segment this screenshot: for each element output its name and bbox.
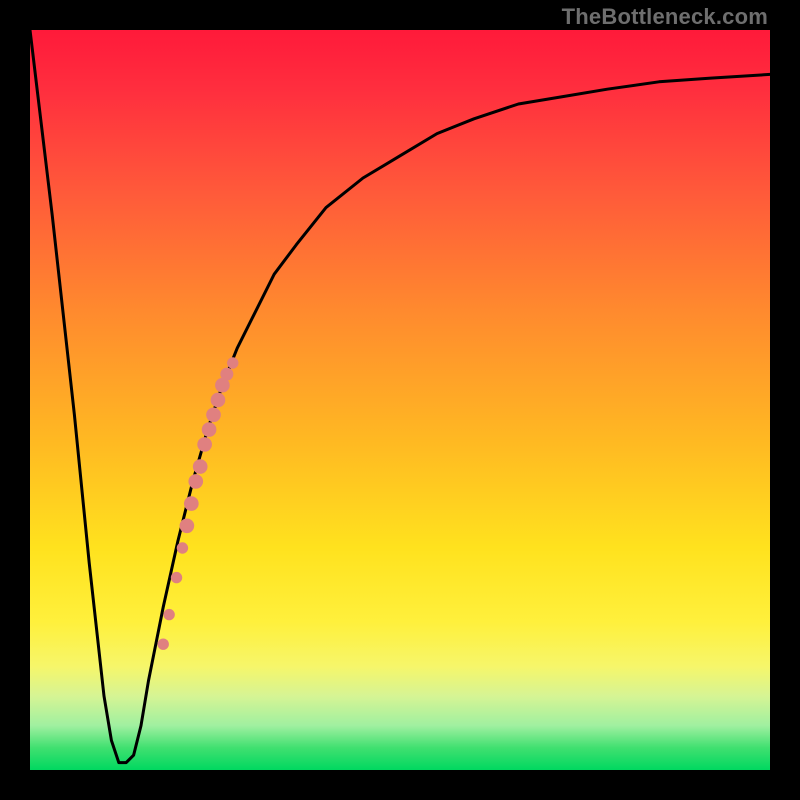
data-marker [220, 368, 233, 381]
data-marker [188, 474, 203, 489]
watermark-text: TheBottleneck.com [562, 4, 768, 30]
plot-area [30, 30, 770, 770]
chart-frame: TheBottleneck.com [0, 0, 800, 800]
bottleneck-curve-path [30, 30, 770, 763]
bottleneck-chart [30, 30, 770, 770]
data-marker [184, 496, 199, 511]
data-marker [180, 518, 195, 533]
data-marker [227, 357, 238, 368]
data-marker [197, 437, 212, 452]
data-marker [171, 572, 182, 583]
data-marker [202, 422, 217, 437]
data-marker [163, 609, 174, 620]
data-marker [177, 542, 188, 553]
data-marker [211, 393, 226, 408]
data-marker [193, 459, 208, 474]
data-marker [206, 407, 221, 422]
data-marker [158, 639, 169, 650]
